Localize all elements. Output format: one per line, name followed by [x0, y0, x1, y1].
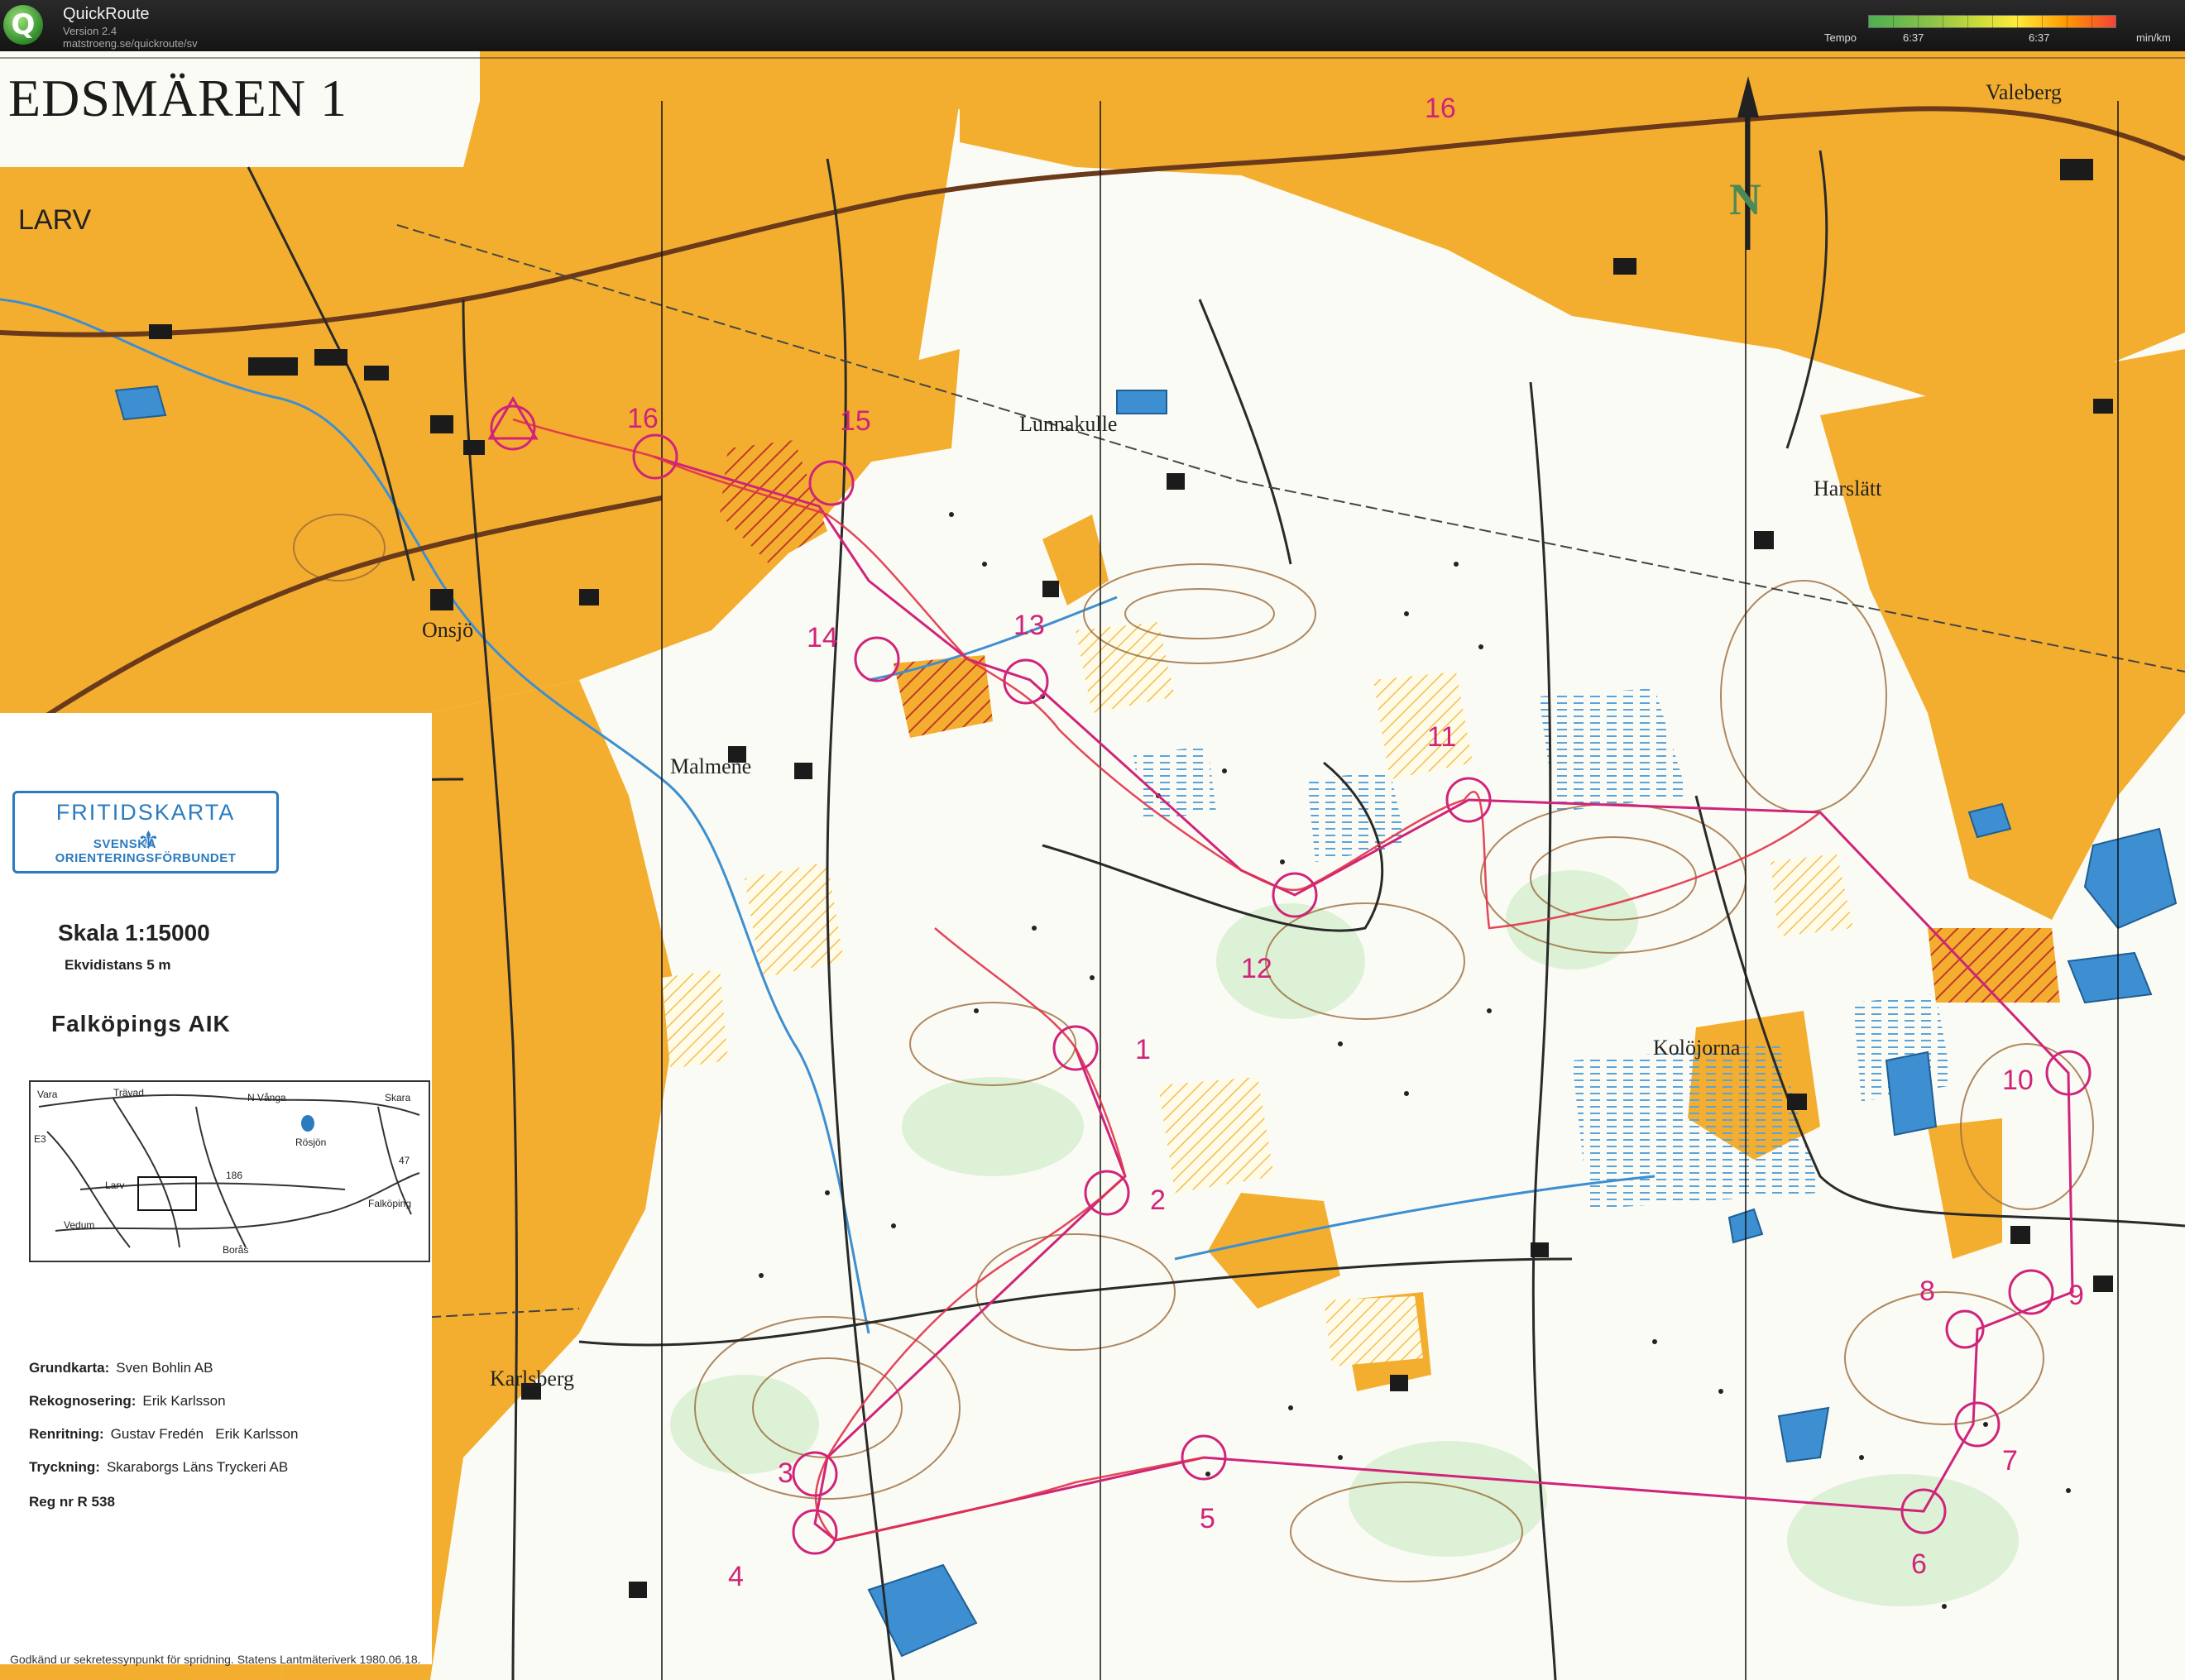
- control-number-16-top: 16: [1425, 93, 1456, 124]
- map-title: EDSMÄREN 1: [8, 69, 348, 127]
- fritidskarta-title: FRITIDSKARTA: [55, 800, 236, 825]
- overview-label-travad: Trävad: [113, 1087, 144, 1098]
- quickroute-q-icon: Q: [3, 5, 43, 45]
- control-number-3: 3: [778, 1457, 793, 1489]
- app-url[interactable]: matstroeng.se/quickroute/sv: [63, 37, 198, 50]
- control-number-8: 8: [1919, 1276, 1935, 1307]
- control-number-13: 13: [1013, 610, 1045, 641]
- control-number-7: 7: [2002, 1445, 2018, 1477]
- control-number-2: 2: [1150, 1185, 1166, 1216]
- pond: [1116, 390, 1167, 414]
- overview-label-e3: E3: [34, 1133, 46, 1145]
- credit-rekognosering: Rekognosering: Erik Karlsson: [29, 1393, 226, 1409]
- overview-label-n-vanga: N Vånga: [247, 1092, 286, 1103]
- map-equidistance: Ekvidistans 5 m: [65, 957, 171, 973]
- overview-map: Vara Trävad N Vånga Skara E3 Rösjön Larv…: [29, 1080, 430, 1262]
- place-name-larv: LARV: [18, 204, 92, 236]
- place-name-kolojorna: Kolöjorna: [1653, 1036, 1741, 1060]
- place-name-harslatt: Harslätt: [1814, 476, 1882, 500]
- north-label: N: [1729, 175, 1761, 224]
- control-number-6: 6: [1911, 1548, 1927, 1580]
- overview-label-186: 186: [226, 1170, 243, 1181]
- tempo-max-value: 6:37: [2029, 31, 2050, 44]
- overview-label-larv: Larv: [105, 1180, 125, 1191]
- tempo-unit: min/km: [2136, 31, 2171, 44]
- registration-number: Reg nr R 538: [29, 1494, 115, 1510]
- overview-label-vedum: Vedum: [64, 1219, 95, 1231]
- map-club: Falköpings AIK: [51, 1011, 231, 1036]
- control-number-16: 16: [627, 403, 659, 434]
- control-number-15: 15: [840, 405, 871, 437]
- tempo-min-value: 6:37: [1903, 31, 1924, 44]
- place-name-karlsberg: Karlsberg: [490, 1366, 575, 1390]
- map-legend-panel: FRITIDSKARTA ⚜ SVENSKA ORIENTERINGSFÖRBU…: [0, 713, 432, 1664]
- place-name-malmene: Malmene: [670, 754, 752, 778]
- credit-tryckning: Tryckning: Skaraborgs Läns Tryckeri AB: [29, 1459, 289, 1475]
- control-number-4: 4: [728, 1561, 744, 1592]
- fritidskarta-badge: FRITIDSKARTA ⚜ SVENSKA ORIENTERINGSFÖRBU…: [12, 791, 279, 874]
- overview-label-skara: Skara: [385, 1092, 411, 1103]
- app-title: QuickRoute: [63, 5, 150, 23]
- place-name-valeberg: Valeberg: [1986, 80, 2062, 104]
- credit-renritning: Renritning: Gustav Fredén Erik Karlsson: [29, 1426, 299, 1442]
- control-number-11: 11: [1427, 721, 1456, 753]
- credit-grundkarta: Grundkarta: Sven Bohlin AB: [29, 1360, 213, 1376]
- control-number-9: 9: [2068, 1280, 2084, 1311]
- map-disclaimer: Godkänd ur sekretessynpunkt för spridnin…: [10, 1653, 421, 1666]
- place-name-onsjo: Onsjö: [422, 618, 474, 642]
- orienteering-emblem-icon: ⚜: [137, 827, 160, 854]
- control-number-1: 1: [1135, 1034, 1151, 1065]
- place-name-lunnakulle: Lunnakulle: [1019, 412, 1118, 436]
- tempo-label: Tempo: [1824, 31, 1857, 44]
- control-number-10: 10: [2002, 1065, 2034, 1096]
- overview-label-vara: Vara: [37, 1089, 58, 1100]
- map-scale: Skala 1:15000: [58, 920, 210, 945]
- control-number-5: 5: [1200, 1503, 1215, 1534]
- overview-label-boras: Borås: [223, 1244, 249, 1256]
- overview-label-47: 47: [399, 1155, 410, 1166]
- orienteering-map[interactable]: 1 2 3 4 5 6 7 8 9 10 11 12 13 14 15 16 1…: [0, 51, 2185, 1680]
- tempo-scale-ticks: [1868, 15, 2116, 28]
- control-number-14: 14: [807, 622, 838, 653]
- control-number-12: 12: [1241, 953, 1272, 984]
- app-title-bar: Q QuickRoute Version 2.4 matstroeng.se/q…: [0, 0, 2185, 51]
- overview-label-rosjon: Rösjön: [295, 1137, 327, 1148]
- overview-label-falkoping: Falköping: [368, 1198, 412, 1209]
- app-version: Version 2.4: [63, 25, 117, 37]
